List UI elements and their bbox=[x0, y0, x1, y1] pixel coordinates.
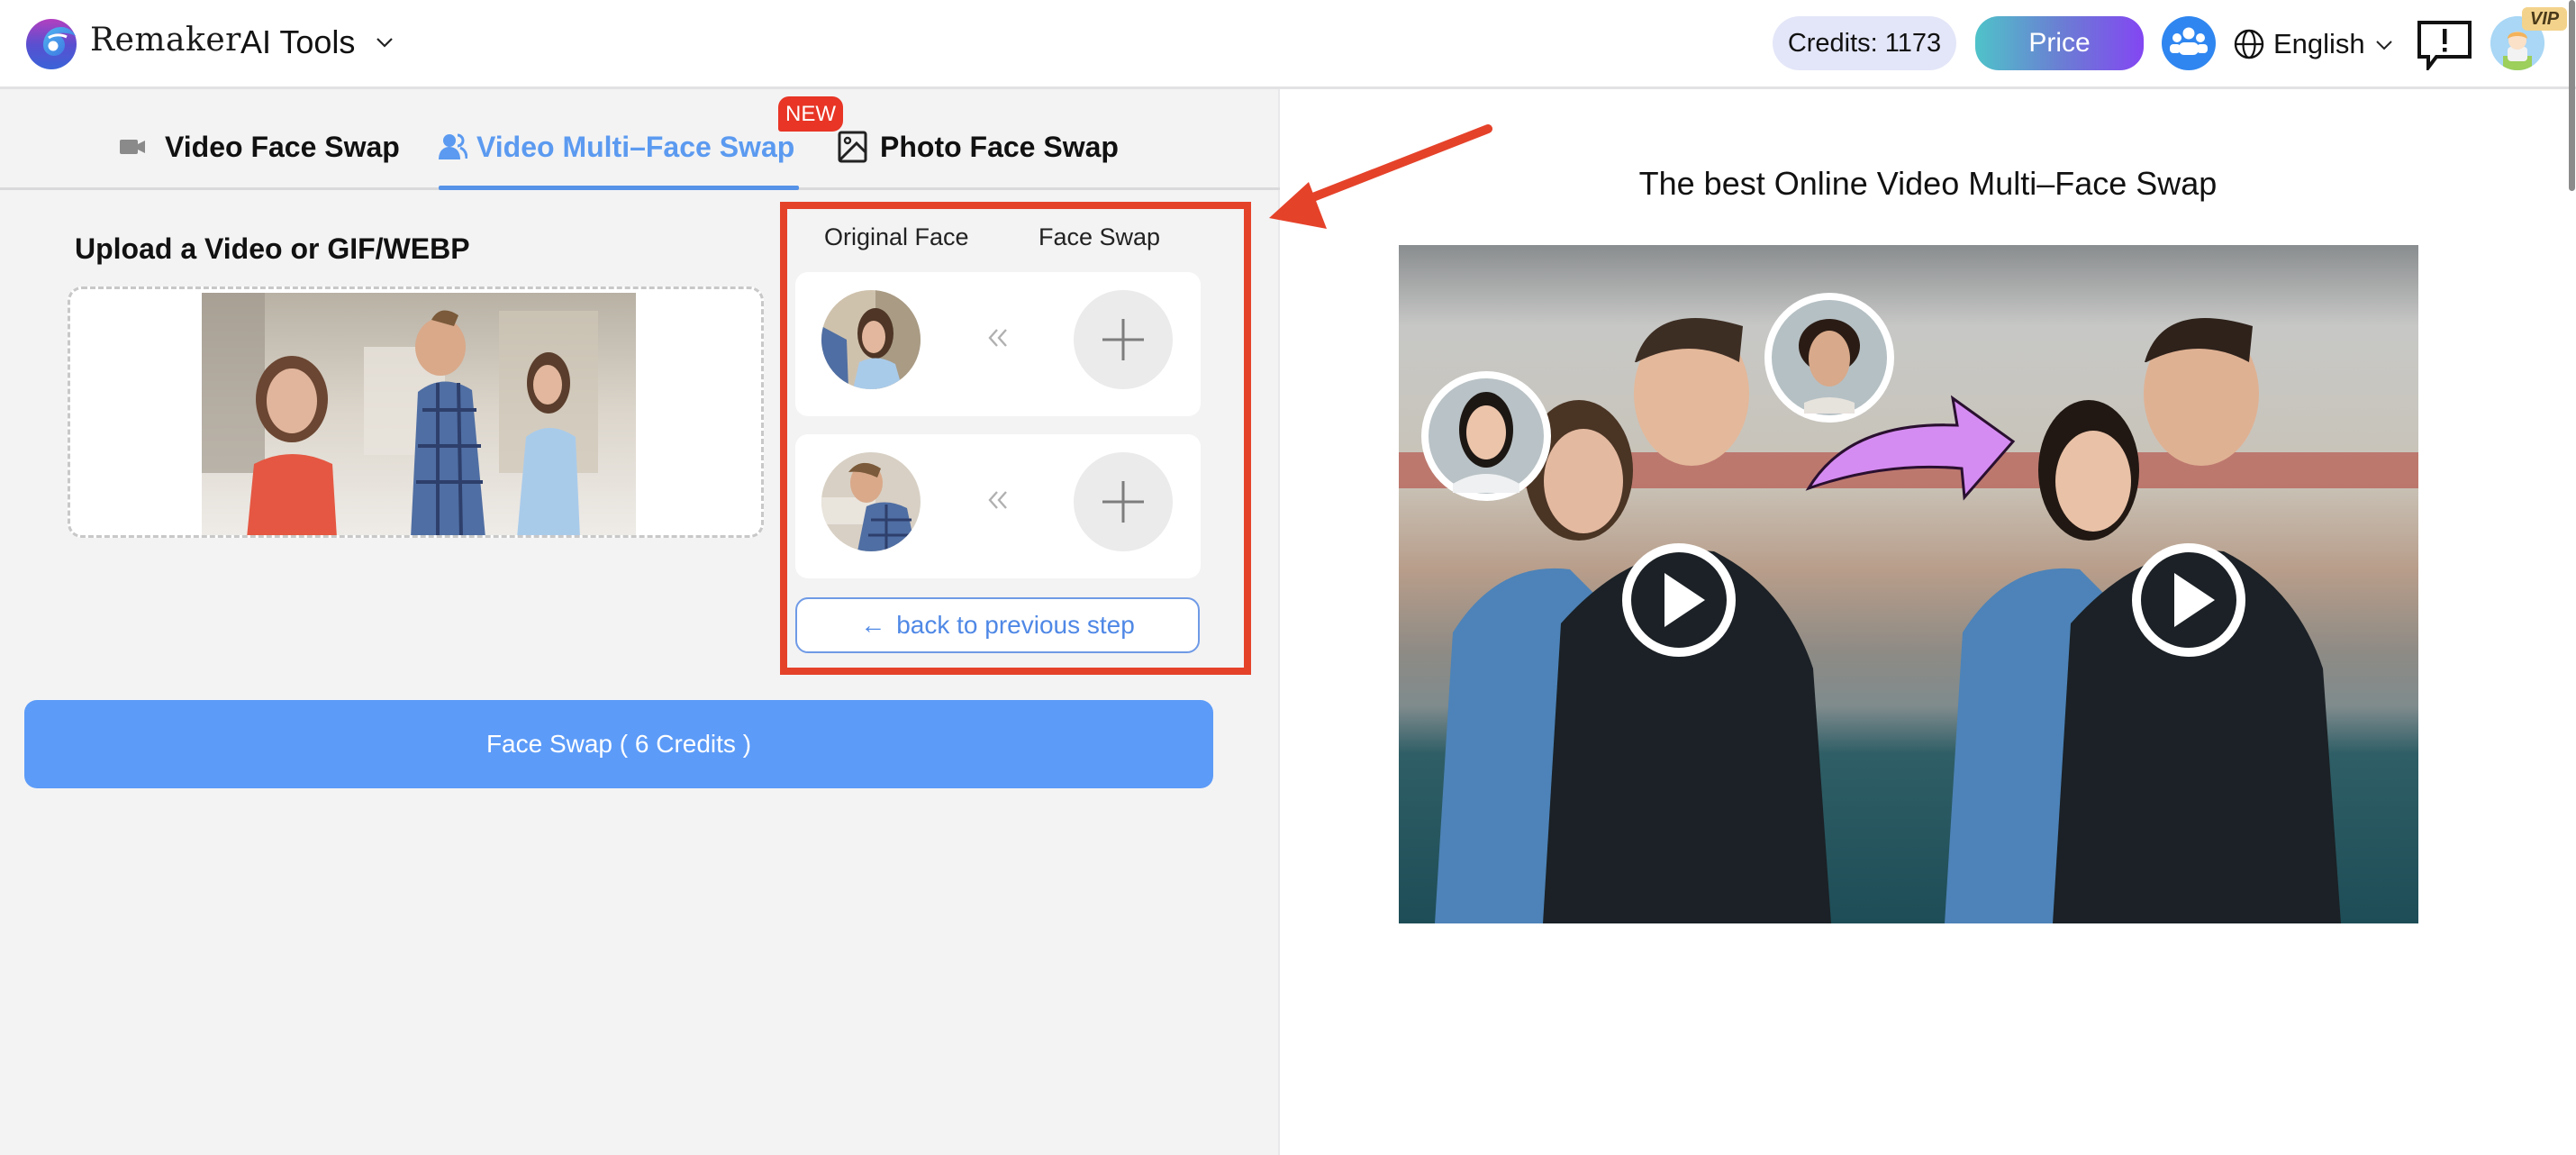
face-mapping-row bbox=[795, 272, 1201, 416]
double-chevron-left-icon bbox=[988, 491, 1007, 509]
ai-tools-dropdown[interactable]: AI Tools bbox=[240, 23, 395, 61]
feedback-icon[interactable] bbox=[2417, 20, 2472, 70]
language-label: English bbox=[2273, 28, 2365, 59]
tab-label: Video Face Swap bbox=[165, 130, 400, 163]
original-face-thumbnail bbox=[821, 452, 921, 551]
chevron-down-icon bbox=[2375, 41, 2392, 50]
tab-video-multi-face-swap[interactable]: Video Multi–Face Swap bbox=[439, 126, 794, 168]
original-face-header: Original Face bbox=[824, 223, 969, 250]
face-swap-submit-button[interactable]: Face Swap ( 6 Credits ) bbox=[24, 700, 1213, 788]
new-badge: NEW bbox=[778, 96, 843, 132]
original-face-thumbnail bbox=[821, 290, 921, 389]
tab-video-face-swap[interactable]: Video Face Swap bbox=[120, 126, 400, 168]
upload-title: Upload a Video or GIF/WEBP bbox=[75, 232, 470, 265]
active-tab-indicator bbox=[439, 186, 799, 190]
vip-badge: VIP bbox=[2522, 7, 2567, 31]
demo-title: The best Online Video Multi–Face Swap bbox=[1638, 165, 2218, 202]
add-swap-face-button[interactable] bbox=[1074, 452, 1173, 551]
page-scrollbar[interactable] bbox=[2569, 0, 2575, 191]
plus-icon bbox=[1102, 319, 1144, 360]
globe-icon bbox=[2234, 29, 2264, 59]
back-to-previous-step-button[interactable]: ← back to previous step bbox=[795, 597, 1200, 653]
video-camera-icon bbox=[120, 138, 147, 156]
back-label: back to previous step bbox=[896, 611, 1135, 639]
arrow-left-icon: ← bbox=[860, 611, 886, 639]
tab-photo-face-swap[interactable]: Photo Face Swap bbox=[838, 126, 1119, 168]
top-header: Remaker AI Tools Credits: 1173 Price Eng… bbox=[0, 0, 2576, 89]
language-selector[interactable]: English bbox=[2234, 23, 2394, 65]
tab-label: Video Multi–Face Swap bbox=[476, 130, 795, 163]
plus-icon bbox=[1102, 481, 1144, 523]
brand-name[interactable]: Remaker bbox=[90, 22, 241, 59]
demo-after-panel bbox=[1909, 245, 2418, 923]
uploaded-video-thumbnail bbox=[202, 293, 636, 535]
ai-tools-label: AI Tools bbox=[240, 23, 356, 60]
credits-badge: Credits: 1173 bbox=[1773, 16, 1956, 70]
demo-before-panel bbox=[1399, 245, 1909, 923]
users-icon bbox=[439, 133, 467, 160]
community-icon[interactable] bbox=[2162, 16, 2216, 70]
double-chevron-left-icon bbox=[988, 329, 1007, 347]
demo-before-after-image[interactable] bbox=[1399, 245, 2418, 923]
price-button[interactable]: Price bbox=[1975, 16, 2144, 70]
add-swap-face-button[interactable] bbox=[1074, 290, 1173, 389]
face-mapping-row bbox=[795, 434, 1201, 578]
face-swap-header: Face Swap bbox=[1039, 223, 1161, 250]
tab-label: Photo Face Swap bbox=[880, 130, 1119, 163]
image-icon bbox=[838, 131, 867, 163]
remaker-logo[interactable] bbox=[25, 18, 77, 70]
video-upload-dropzone[interactable] bbox=[68, 286, 764, 538]
chevron-down-icon bbox=[376, 38, 394, 48]
